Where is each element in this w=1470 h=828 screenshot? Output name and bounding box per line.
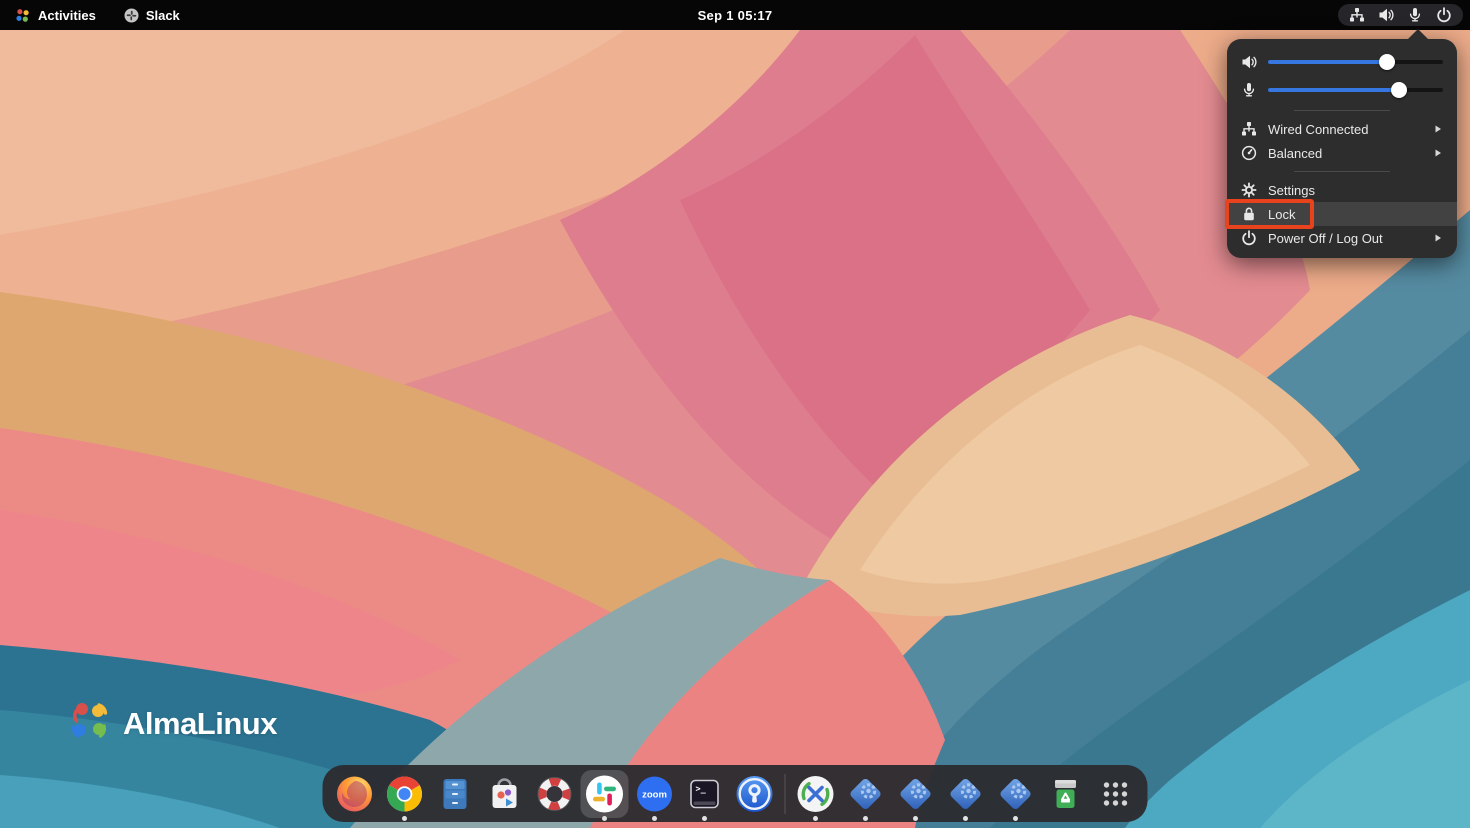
running-indicator-dot xyxy=(963,816,968,821)
dock-item-executable-2[interactable] xyxy=(896,774,936,814)
almalinux-logo-icon xyxy=(66,698,112,749)
zoom-icon: zoom xyxy=(635,774,675,814)
microphone-icon xyxy=(1241,82,1257,98)
volume-slider-fill xyxy=(1268,60,1387,64)
power-off-menu-label: Power Off / Log Out xyxy=(1268,231,1422,246)
balanced-menu-label: Balanced xyxy=(1268,146,1422,161)
executable-diamond-icon xyxy=(896,774,936,814)
terminal-icon: >_ xyxy=(685,774,725,814)
dock-item-onepassword[interactable] xyxy=(735,774,775,814)
running-indicator-dot xyxy=(602,816,607,821)
brand-logo-text: AlmaLinux xyxy=(123,706,277,742)
volume-slider-row xyxy=(1227,48,1457,76)
remote-desktop-icon xyxy=(796,774,836,814)
app-indicator-label: Slack xyxy=(146,8,180,23)
dock-separator xyxy=(785,774,786,814)
firefox-icon xyxy=(335,774,375,814)
svg-text:zoom: zoom xyxy=(642,789,667,800)
running-indicator-dot xyxy=(702,816,707,821)
wired-menu-label: Wired Connected xyxy=(1268,122,1422,137)
dock-item-app-grid[interactable] xyxy=(1096,774,1136,814)
volume-slider-knob[interactable] xyxy=(1379,54,1395,70)
dock-item-trash[interactable] xyxy=(1046,774,1086,814)
top-bar-left: Activities Slack xyxy=(14,0,180,30)
dock-item-remote-desktop[interactable] xyxy=(796,774,836,814)
onepassword-icon xyxy=(735,774,775,814)
files-icon xyxy=(435,774,475,814)
power-profile-icon xyxy=(1241,145,1257,161)
dock: zoom >_ xyxy=(323,765,1148,822)
chevron-right-icon xyxy=(1433,124,1443,134)
menu-body: Wired Connected Balanced Settings Lock Power… xyxy=(1227,48,1457,250)
volume-icon xyxy=(1378,7,1394,23)
network-wired-icon xyxy=(1241,121,1257,137)
gear-icon xyxy=(1241,182,1257,198)
executable-diamond-icon xyxy=(846,774,886,814)
dock-item-terminal[interactable]: >_ xyxy=(685,774,725,814)
lock-menu-item[interactable]: Lock xyxy=(1227,202,1457,226)
alma-mini-icon xyxy=(14,7,31,24)
trash-icon xyxy=(1046,774,1086,814)
microphone-slider[interactable] xyxy=(1268,88,1443,92)
power-icon xyxy=(1436,7,1452,23)
wired-menu-item[interactable]: Wired Connected xyxy=(1227,117,1457,141)
chevron-right-icon xyxy=(1433,233,1443,243)
clock-label: Sep 1 05:17 xyxy=(698,8,773,23)
help-lifebuoy-icon xyxy=(535,774,575,814)
dock-item-chrome[interactable] xyxy=(385,774,425,814)
dock-item-executable-1[interactable] xyxy=(846,774,886,814)
software-store-icon xyxy=(485,774,525,814)
menu-divider xyxy=(1294,110,1390,111)
running-indicator-dot xyxy=(813,816,818,821)
menu-arrow xyxy=(1407,29,1429,40)
lock-icon xyxy=(1241,206,1257,222)
lock-menu-label: Lock xyxy=(1268,207,1443,222)
settings-menu-item[interactable]: Settings xyxy=(1227,178,1457,202)
balanced-menu-item[interactable]: Balanced xyxy=(1227,141,1457,165)
dock-item-zoom[interactable]: zoom xyxy=(635,774,675,814)
microphone-slider-row xyxy=(1227,76,1457,104)
dock-item-slack[interactable] xyxy=(585,774,625,814)
svg-text:>_: >_ xyxy=(696,784,707,794)
volume-icon xyxy=(1241,54,1257,70)
top-bar: Activities Slack Sep 1 05:17 xyxy=(0,0,1470,30)
microphone-slider-fill xyxy=(1268,88,1399,92)
power-off-menu-item[interactable]: Power Off / Log Out xyxy=(1227,226,1457,250)
dock-item-executable-4[interactable] xyxy=(996,774,1036,814)
chevron-right-icon xyxy=(1433,148,1443,158)
dock-item-executable-3[interactable] xyxy=(946,774,986,814)
slack-icon xyxy=(585,774,625,814)
slack-tray-icon xyxy=(124,8,139,23)
dock-item-firefox[interactable] xyxy=(335,774,375,814)
settings-menu-label: Settings xyxy=(1268,183,1443,198)
running-indicator-dot xyxy=(913,816,918,821)
volume-slider[interactable] xyxy=(1268,60,1443,64)
running-indicator-dot xyxy=(1013,816,1018,821)
dock-item-help[interactable] xyxy=(535,774,575,814)
slack-app-indicator[interactable]: Slack xyxy=(124,0,180,30)
activities-label: Activities xyxy=(38,8,96,23)
clock[interactable]: Sep 1 05:17 xyxy=(698,0,773,30)
system-menu: Wired Connected Balanced Settings Lock Power… xyxy=(1227,39,1457,258)
microphone-slider-knob[interactable] xyxy=(1391,82,1407,98)
executable-diamond-icon xyxy=(996,774,1036,814)
running-indicator-dot xyxy=(652,816,657,821)
menu-divider xyxy=(1294,171,1390,172)
chrome-icon xyxy=(385,774,425,814)
brand-logo: AlmaLinux xyxy=(66,698,277,749)
running-indicator-dot xyxy=(863,816,868,821)
dock-item-files[interactable] xyxy=(435,774,475,814)
power-icon xyxy=(1241,230,1257,246)
dock-item-software[interactable] xyxy=(485,774,525,814)
activities-button[interactable]: Activities xyxy=(14,0,96,30)
app-grid-icon xyxy=(1096,774,1136,814)
executable-diamond-icon xyxy=(946,774,986,814)
running-indicator-dot xyxy=(402,816,407,821)
microphone-icon xyxy=(1407,7,1423,23)
desktop-screen: Activities Slack Sep 1 05:17 Wired Conne… xyxy=(0,0,1470,828)
network-wired-icon xyxy=(1349,7,1365,23)
system-tray-button[interactable] xyxy=(1338,4,1463,26)
